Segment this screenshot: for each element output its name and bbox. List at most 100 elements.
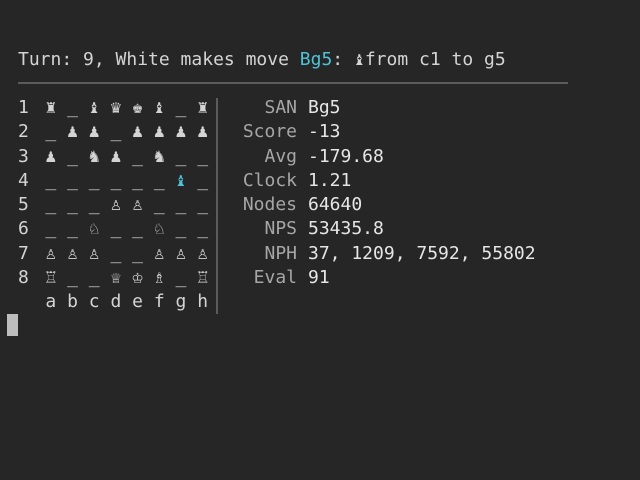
square-a5: _ [45, 194, 57, 216]
file-label: b [67, 291, 78, 313]
square-h1: ♜ [197, 97, 209, 118]
stat-label: Avg [264, 145, 297, 167]
bishop-icon: ♝ [353, 49, 365, 70]
square-f2: ♟ [153, 121, 165, 143]
square-a8: ♖ [45, 267, 57, 289]
turn-prefix: Turn: 9, White makes move [18, 49, 300, 70]
stat-label: SAN [264, 97, 297, 118]
square-e5: ♙ [132, 194, 144, 216]
square-d3: ♟ [110, 145, 122, 167]
square-f6: ♘ [153, 218, 165, 240]
square-g3: _ [175, 145, 187, 167]
square-d1: ♛ [110, 97, 122, 118]
square-h2: ♟ [197, 121, 209, 143]
square-f1: ♝ [153, 97, 165, 118]
rank-label: 4 [18, 169, 29, 191]
square-b6: _ [67, 218, 78, 240]
stat-value: 91 [308, 267, 330, 289]
stat-row-nps: NPS 53435.8 [226, 217, 536, 241]
square-c8: _ [88, 267, 100, 289]
square-a6: _ [45, 218, 57, 240]
stat-row-nph: NPH 37, 1209, 7592, 55802 [226, 242, 536, 266]
square-a3: ♟ [45, 145, 57, 167]
square-e7: _ [132, 242, 144, 264]
stat-value: 37, 1209, 7592, 55802 [308, 242, 536, 264]
square-c7: ♙ [88, 242, 100, 264]
square-c6: ♘ [88, 218, 100, 240]
stat-row-eval: Eval 91 [226, 266, 536, 290]
square-c3: ♞ [88, 145, 100, 167]
square-b2: ♟ [67, 121, 78, 143]
square-d8: ♕ [110, 267, 122, 289]
square-g7: ♙ [175, 242, 187, 264]
turn-status-line: Turn: 9, White makes move Bg5: ♝from c1 … [18, 48, 506, 72]
chess-board: 1 ♜ _ ♝ ♛ ♚ ♝ _ ♜ 2 _ ♟ ♟ _ ♟ ♟ ♟ ♟ 3 ♟ … [18, 96, 214, 315]
square-a2: _ [45, 121, 57, 143]
square-b4: _ [67, 169, 78, 191]
square-f3: ♞ [153, 145, 165, 167]
rank-label: 5 [18, 194, 29, 216]
square-e4: _ [132, 169, 144, 191]
square-b5: _ [67, 194, 78, 216]
stat-label: Eval [253, 267, 297, 289]
square-g4-highlight: ♝ [175, 169, 187, 191]
engine-stats-panel: SAN Bg5 Score -13 Avg -179.68 Clock 1.21… [226, 96, 536, 290]
stat-label: NPH [264, 242, 297, 264]
square-a1: ♜ [45, 97, 57, 118]
stat-value: 1.21 [308, 169, 352, 191]
rank-label: 8 [18, 267, 29, 289]
file-label: f [153, 291, 165, 313]
square-e1: ♚ [132, 97, 144, 118]
vertical-divider [216, 98, 218, 314]
rank-label: 1 [18, 97, 29, 118]
stat-row-nodes: Nodes 64640 [226, 193, 536, 217]
board-rank-5: 5 _ _ _ ♙ ♙ _ _ _ [18, 193, 214, 217]
stat-value: -179.68 [308, 145, 384, 167]
square-g8: _ [175, 267, 187, 289]
rank-label: 2 [18, 121, 29, 143]
header-divider [18, 82, 568, 84]
rank-label: 3 [18, 145, 29, 167]
square-g5: _ [175, 194, 187, 216]
stat-row-san: SAN Bg5 [226, 96, 536, 120]
square-h4: _ [197, 169, 209, 191]
board-rank-1: 1 ♜ _ ♝ ♛ ♚ ♝ _ ♜ [18, 96, 214, 120]
board-rank-2: 2 _ ♟ ♟ _ ♟ ♟ ♟ ♟ [18, 120, 214, 144]
square-h5: _ [197, 194, 209, 216]
square-b3: _ [67, 145, 78, 167]
stat-value: 53435.8 [308, 218, 384, 240]
move-san-highlight: Bg5 [299, 49, 333, 70]
square-g1: _ [175, 97, 187, 118]
square-h7: ♙ [197, 242, 209, 264]
terminal-cursor [7, 314, 18, 336]
square-h6: _ [197, 218, 209, 240]
file-label: e [132, 291, 144, 313]
stat-value: Bg5 [308, 97, 341, 118]
turn-colon: : [332, 49, 354, 70]
file-label: c [88, 291, 100, 313]
stat-value: 64640 [308, 194, 363, 216]
rank-label: 7 [18, 242, 29, 264]
stat-label: Clock [242, 169, 297, 191]
rank-label: 6 [18, 218, 29, 240]
stat-row-score: Score -13 [226, 120, 536, 144]
stat-value: -13 [308, 121, 341, 143]
board-rank-3: 3 ♟ _ ♞ ♟ _ ♞ _ _ [18, 145, 214, 169]
stat-row-clock: Clock 1.21 [226, 169, 536, 193]
board-rank-4: 4 _ _ _ _ _ _ ♝ _ [18, 169, 214, 193]
square-d2: _ [110, 121, 122, 143]
square-e2: ♟ [132, 121, 144, 143]
square-c1: ♝ [88, 97, 100, 118]
square-c4: _ [88, 169, 100, 191]
file-label: h [197, 291, 209, 313]
board-rank-6: 6 _ _ ♘ _ _ ♘ _ _ [18, 217, 214, 241]
square-e3: _ [132, 145, 144, 167]
square-b8: _ [67, 267, 78, 289]
square-f4: _ [153, 169, 165, 191]
square-d7: _ [110, 242, 122, 264]
square-d6: _ [110, 218, 122, 240]
board-rank-7: 7 ♙ ♙ ♙ _ _ ♙ ♙ ♙ [18, 242, 214, 266]
square-c2: ♟ [88, 121, 100, 143]
stat-label: NPS [264, 218, 297, 240]
square-h3: _ [197, 145, 209, 167]
